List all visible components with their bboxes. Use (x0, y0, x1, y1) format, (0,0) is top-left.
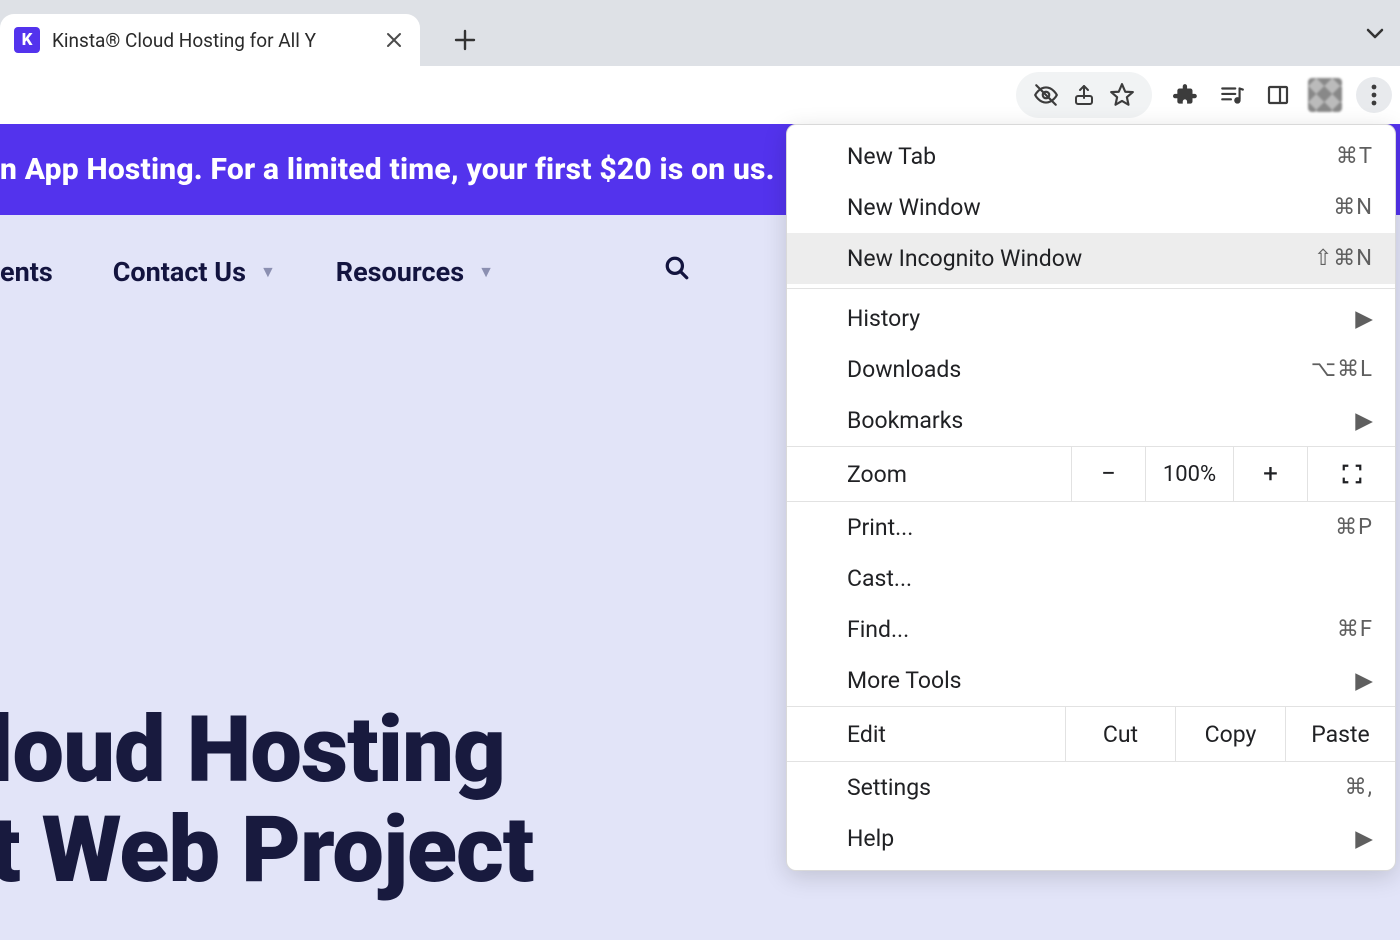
menu-item-shortcut: ⌘N (1333, 195, 1373, 220)
menu-item-label: New Incognito Window (847, 245, 1082, 272)
menu-zoom-label: Zoom (787, 447, 1071, 501)
app-menu-button[interactable] (1356, 77, 1392, 113)
menu-help[interactable]: Help ▶ (787, 813, 1395, 864)
eye-off-icon[interactable] (1030, 79, 1062, 111)
chevron-right-icon: ▶ (1355, 667, 1373, 694)
browser-tab[interactable]: K Kinsta® Cloud Hosting for All Y (0, 14, 420, 66)
menu-item-label: Settings (847, 774, 931, 801)
nav-item-partial[interactable]: ents (0, 256, 53, 288)
zoom-value: 100% (1145, 447, 1233, 501)
omnibox-actions (1016, 72, 1152, 118)
menu-item-shortcut: ⌘T (1336, 144, 1373, 169)
menu-zoom-row: Zoom − 100% + (787, 446, 1395, 502)
edit-paste-button[interactable]: Paste (1285, 707, 1395, 761)
bookmark-star-icon[interactable] (1106, 79, 1138, 111)
favicon-letter: K (22, 30, 33, 50)
menu-find[interactable]: Find... ⌘F (787, 604, 1395, 655)
hero-line-1: st Cloud Hosting (0, 701, 533, 800)
tab-favicon: K (14, 27, 40, 53)
menu-downloads[interactable]: Downloads ⌥⌘L (787, 344, 1395, 395)
menu-separator (787, 288, 1395, 289)
app-menu: New Tab ⌘T New Window ⌘N New Incognito W… (786, 124, 1396, 871)
menu-more-tools[interactable]: More Tools ▶ (787, 655, 1395, 706)
zoom-out-button[interactable]: − (1071, 447, 1145, 501)
menu-item-label: New Window (847, 194, 981, 221)
chevron-right-icon: ▶ (1355, 407, 1373, 434)
menu-item-label: Find... (847, 616, 909, 643)
menu-new-incognito[interactable]: New Incognito Window ⇧⌘N (787, 233, 1395, 284)
menu-item-shortcut: ⌥⌘L (1311, 357, 1373, 382)
tabs-dropdown-icon[interactable] (1364, 22, 1386, 48)
nav-item-label: Resources (336, 256, 464, 288)
menu-print[interactable]: Print... ⌘P (787, 502, 1395, 553)
chevron-right-icon: ▶ (1355, 825, 1373, 852)
music-list-icon[interactable] (1216, 79, 1248, 111)
chevron-down-icon: ▼ (260, 262, 276, 282)
menu-bookmarks[interactable]: Bookmarks ▶ (787, 395, 1395, 446)
menu-new-window[interactable]: New Window ⌘N (787, 182, 1395, 233)
menu-item-shortcut: ⌘, (1345, 775, 1373, 800)
menu-item-label: Cast... (847, 565, 912, 592)
tab-title: Kinsta® Cloud Hosting for All Y (52, 29, 372, 52)
menu-item-label: Print... (847, 514, 913, 541)
menu-settings[interactable]: Settings ⌘, (787, 762, 1395, 813)
menu-item-label: New Tab (847, 143, 936, 170)
menu-item-label: History (847, 305, 920, 332)
hero-line-2: Next Web Project (0, 801, 533, 900)
nav-item-contact[interactable]: Contact Us ▼ (113, 256, 276, 288)
search-icon[interactable] (664, 255, 690, 288)
new-tab-button[interactable] (442, 17, 488, 63)
menu-edit-label: Edit (787, 707, 1065, 761)
chevron-right-icon: ▶ (1355, 305, 1373, 332)
nav-item-label: ents (0, 256, 53, 288)
hero-heading: st Cloud Hosting Next Web Project (0, 701, 533, 900)
share-icon[interactable] (1068, 79, 1100, 111)
menu-item-shortcut: ⌘F (1337, 617, 1373, 642)
menu-item-shortcut: ⇧⌘N (1314, 246, 1373, 271)
menu-history[interactable]: History ▶ (787, 293, 1395, 344)
menu-item-label: Bookmarks (847, 407, 963, 434)
tab-strip: K Kinsta® Cloud Hosting for All Y (0, 0, 1400, 66)
edit-cut-button[interactable]: Cut (1065, 707, 1175, 761)
menu-new-tab[interactable]: New Tab ⌘T (787, 131, 1395, 182)
menu-edit-row: Edit Cut Copy Paste (787, 706, 1395, 762)
nav-item-resources[interactable]: Resources ▼ (336, 256, 494, 288)
menu-cast[interactable]: Cast... (787, 553, 1395, 604)
close-tab-icon[interactable] (384, 30, 404, 50)
extensions-icon[interactable] (1170, 79, 1202, 111)
menu-item-label: Help (847, 825, 894, 852)
extensions-area (1170, 77, 1392, 113)
panel-icon[interactable] (1262, 79, 1294, 111)
menu-item-shortcut: ⌘P (1335, 515, 1373, 540)
fullscreen-button[interactable] (1307, 447, 1395, 501)
chevron-down-icon: ▼ (478, 262, 494, 282)
zoom-in-button[interactable]: + (1233, 447, 1307, 501)
profile-avatar[interactable] (1308, 78, 1342, 112)
nav-item-label: Contact Us (113, 256, 246, 288)
browser-toolbar (0, 66, 1400, 124)
menu-item-label: Downloads (847, 356, 961, 383)
edit-copy-button[interactable]: Copy (1175, 707, 1285, 761)
menu-item-label: More Tools (847, 667, 962, 694)
